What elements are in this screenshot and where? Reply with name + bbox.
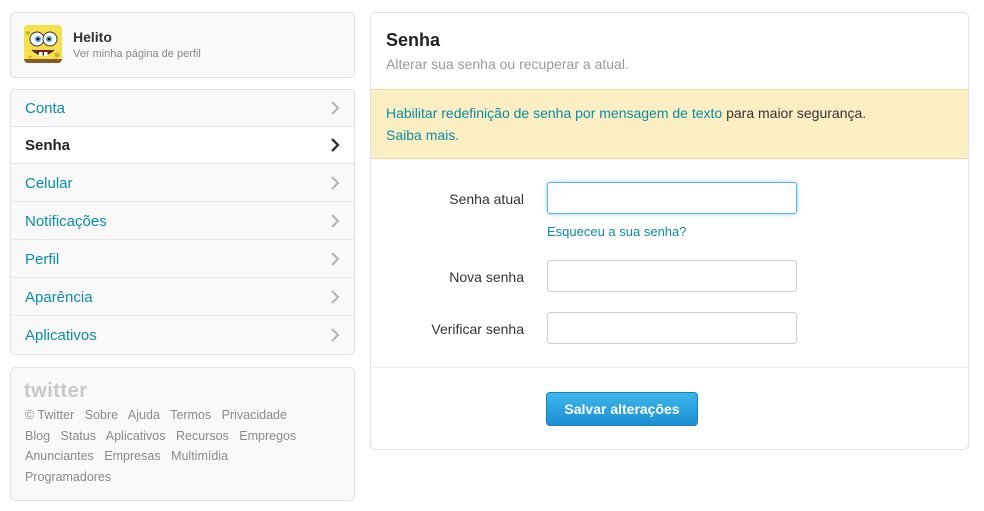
- avatar[interactable]: [24, 25, 62, 63]
- nav-item-label: Perfil: [25, 251, 60, 268]
- footer-link-recursos[interactable]: Recursos: [176, 429, 229, 443]
- footer-link-privacidade[interactable]: Privacidade: [222, 408, 287, 422]
- nav-item-notificacoes[interactable]: Notificações: [11, 203, 354, 240]
- footer-link-termos[interactable]: Termos: [170, 408, 211, 422]
- footer-links-row: Anunciantes Empresas Multimídia: [25, 449, 235, 463]
- footer-links-row: Programadores: [25, 470, 118, 484]
- footer-link-sobre[interactable]: Sobre: [85, 408, 118, 422]
- nav-item-label: Aplicativos: [25, 327, 97, 344]
- chevron-right-icon: [331, 328, 340, 342]
- footer-link-ajuda[interactable]: Ajuda: [128, 408, 160, 422]
- nav-item-perfil[interactable]: Perfil: [11, 241, 354, 278]
- footer-link-aplicativos[interactable]: Aplicativos: [106, 429, 166, 443]
- nav-item-senha[interactable]: Senha: [11, 127, 354, 164]
- chevron-right-icon: [331, 290, 340, 304]
- profile-name[interactable]: Helito: [73, 29, 112, 45]
- footer-copyright: © Twitter: [25, 408, 75, 422]
- avatar-icon: [24, 25, 62, 63]
- learn-more-link[interactable]: Saiba mais.: [386, 127, 459, 143]
- footer-links-row: Blog Status Aplicativos Recursos Emprego…: [25, 429, 303, 443]
- save-changes-button[interactable]: Salvar alterações: [546, 392, 698, 426]
- sms-reset-notice: Habilitar redefinição de senha por mensa…: [371, 89, 968, 159]
- footer-link-status[interactable]: Status: [61, 429, 96, 443]
- profile-card: Helito Ver minha página de perfil: [10, 12, 355, 78]
- footer-card: twitter © Twitter Sobre Ajuda Termos Pri…: [10, 367, 355, 501]
- current-password-label: Senha atual: [449, 191, 524, 207]
- nav-item-label: Notificações: [25, 213, 107, 230]
- footer-links-row: © Twitter Sobre Ajuda Termos Privacidade: [25, 408, 294, 422]
- nav-item-aplicativos[interactable]: Aplicativos: [11, 317, 354, 354]
- footer-link-blog[interactable]: Blog: [25, 429, 50, 443]
- footer-link-multimidia[interactable]: Multimídia: [171, 449, 228, 463]
- new-password-field[interactable]: [547, 260, 797, 292]
- forgot-password-link[interactable]: Esqueceu a sua senha?: [547, 224, 687, 239]
- verify-password-label: Verificar senha: [431, 321, 524, 337]
- nav-item-label: Aparência: [25, 289, 93, 306]
- current-password-field[interactable]: [547, 182, 797, 214]
- nav-item-celular[interactable]: Celular: [11, 165, 354, 202]
- page-title: Senha: [386, 30, 441, 50]
- chevron-right-icon: [331, 101, 340, 115]
- profile-page-link[interactable]: Ver minha página de perfil: [73, 48, 201, 60]
- footer-link-anunciantes[interactable]: Anunciantes: [25, 449, 94, 463]
- footer-link-empresas[interactable]: Empresas: [104, 449, 160, 463]
- new-password-label: Nova senha: [449, 269, 524, 285]
- page-subtitle: Alterar sua senha ou recuperar a atual.: [386, 56, 629, 72]
- settings-nav: Conta Senha Celular Notificações Perfil …: [10, 89, 355, 355]
- chevron-right-icon: [331, 214, 340, 228]
- nav-item-label: Senha: [25, 137, 71, 154]
- enable-sms-reset-link[interactable]: Habilitar redefinição de senha por mensa…: [386, 105, 722, 121]
- chevron-right-icon: [331, 252, 340, 266]
- twitter-logo: twitter: [24, 380, 88, 402]
- nav-item-conta[interactable]: Conta: [11, 90, 354, 127]
- chevron-right-icon: [331, 176, 340, 190]
- footer-link-programadores[interactable]: Programadores: [25, 470, 111, 484]
- notice-text: para maior segurança.: [722, 105, 867, 121]
- nav-item-aparencia[interactable]: Aparência: [11, 279, 354, 316]
- footer-link-empregos[interactable]: Empregos: [239, 429, 296, 443]
- nav-item-label: Conta: [25, 100, 66, 117]
- chevron-right-icon: [331, 138, 340, 152]
- divider: [371, 367, 968, 368]
- password-settings-panel: Senha Alterar sua senha ou recuperar a a…: [370, 12, 969, 450]
- verify-password-field[interactable]: [547, 312, 797, 344]
- nav-item-label: Celular: [25, 175, 73, 192]
